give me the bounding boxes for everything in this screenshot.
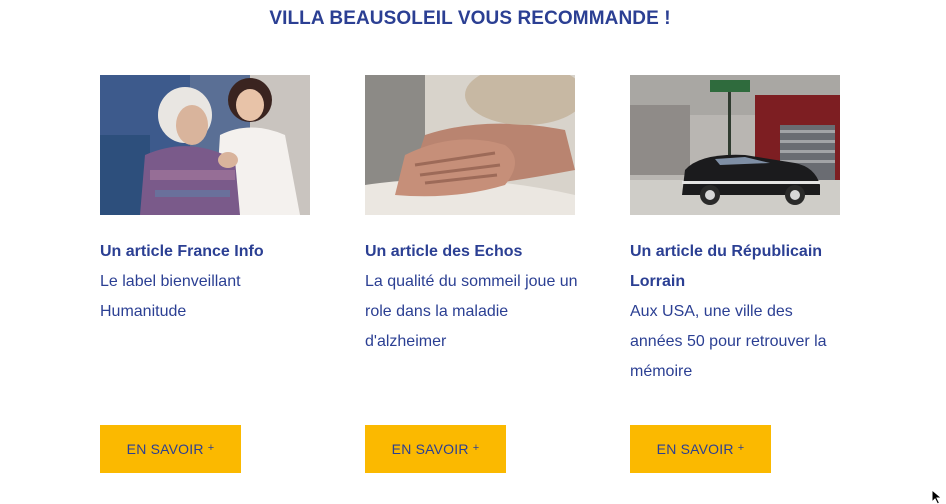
article-title[interactable]: Un article du Républicain Lorrain	[630, 237, 845, 297]
article-card-republicain-lorrain: Un article du Républicain Lorrain Aux US…	[630, 75, 860, 387]
vintage-car-street-photo	[630, 75, 840, 215]
en-savoir-button-echos[interactable]: EN SAVOIR +	[365, 425, 506, 473]
article-excerpt: Le label bienveillant Humanitude	[100, 273, 241, 320]
plus-icon: +	[207, 442, 215, 454]
elderly-hands-photo	[365, 75, 575, 215]
article-image-republicain-lorrain[interactable]	[630, 75, 840, 215]
article-card-echos: Un article des Echos La qualité du somme…	[365, 75, 595, 357]
article-image-echos[interactable]	[365, 75, 575, 215]
plus-icon: +	[737, 442, 745, 454]
button-label: EN SAVOIR	[391, 441, 469, 457]
button-label: EN SAVOIR	[656, 441, 734, 457]
section-title: VILLA BEAUSOLEIL VOUS RECOMMANDE !	[269, 8, 671, 29]
article-title[interactable]: Un article France Info	[100, 237, 315, 267]
plus-icon: +	[472, 442, 480, 454]
button-label: EN SAVOIR	[126, 441, 204, 457]
article-image-france-info[interactable]	[100, 75, 310, 215]
article-title[interactable]: Un article des Echos	[365, 237, 580, 267]
en-savoir-button-france-info[interactable]: EN SAVOIR +	[100, 425, 241, 473]
elderly-woman-caregiver-photo	[100, 75, 310, 215]
article-excerpt: La qualité du sommeil joue un role dans …	[365, 273, 578, 350]
en-savoir-button-republicain-lorrain[interactable]: EN SAVOIR +	[630, 425, 771, 473]
article-card-france-info: Un article France Info Le label bienveil…	[100, 75, 330, 327]
mouse-cursor-icon	[931, 489, 943, 504]
article-excerpt: Aux USA, une ville des années 50 pour re…	[630, 303, 827, 380]
